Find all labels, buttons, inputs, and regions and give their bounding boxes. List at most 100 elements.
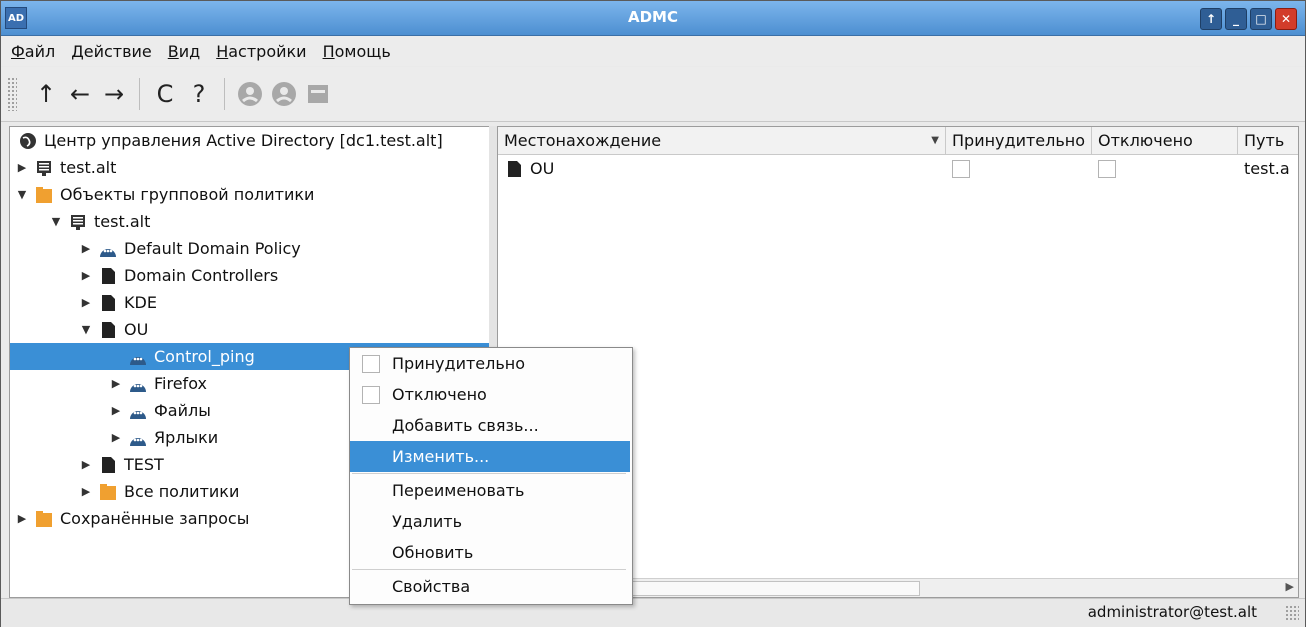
collapse-arrow-icon[interactable]: ▼ (50, 215, 62, 228)
tree-item-kde[interactable]: ▶ KDE (10, 289, 490, 316)
tree-item-label: KDE (124, 293, 157, 312)
expand-arrow-icon[interactable]: ▶ (16, 512, 28, 525)
back-arrow-icon[interactable]: ← (63, 77, 97, 111)
ctx-item-label: Отключено (392, 385, 487, 404)
scroll-right-icon[interactable]: ▶ (1286, 580, 1294, 593)
table-row[interactable]: OU test.a (498, 155, 1298, 182)
tree-item-domain-controllers[interactable]: ▶ Domain Controllers (10, 262, 490, 289)
table-header: Местонахождение ▼ Принудительно Отключен… (498, 127, 1298, 155)
expand-arrow-icon[interactable]: ▶ (16, 161, 28, 174)
tree-item-label: Объекты групповой политики (60, 185, 315, 204)
menu-separator (352, 473, 626, 474)
ctx-item-add-link[interactable]: Добавить связь... (350, 410, 630, 441)
resize-grip-icon[interactable] (1285, 605, 1299, 621)
expand-arrow-icon[interactable]: ▶ (80, 242, 92, 255)
sort-down-icon: ▼ (931, 135, 939, 146)
tree-item-label: Все политики (124, 482, 240, 501)
ctx-item-label: Изменить... (392, 447, 490, 466)
menu-bar: Файл Действие Вид Настройки Помощь (1, 36, 1305, 66)
toolbar-grip-handle[interactable] (7, 77, 17, 111)
cell-path: test.a (1238, 155, 1298, 182)
tree-item-test-alt[interactable]: ▶ test.alt (10, 154, 490, 181)
tree-item-gpo-container[interactable]: ▼ Объекты групповой политики (10, 181, 490, 208)
globe-icon (18, 131, 38, 151)
tree-item-label: Ярлыки (154, 428, 219, 447)
ctx-item-edit[interactable]: Изменить... (350, 441, 630, 472)
toolbar-separator (139, 78, 140, 110)
menu-settings-label: астройки (228, 41, 307, 61)
close-button[interactable]: ✕ (1275, 8, 1297, 30)
ctx-item-label: Обновить (392, 543, 474, 562)
tree-item-gpo-test-alt[interactable]: ▼ test.alt (10, 208, 490, 235)
folder-icon (98, 482, 118, 502)
ctx-item-disabled[interactable]: Отключено (350, 379, 630, 410)
tree-item-default-domain-policy[interactable]: ▶ Default Domain Policy (10, 235, 490, 262)
policy-icon (128, 401, 148, 421)
create-group-icon[interactable] (267, 77, 301, 111)
ou-icon (98, 266, 118, 286)
policy-icon (128, 347, 148, 367)
maximize-button[interactable]: □ (1250, 8, 1272, 30)
menu-action[interactable]: Действие (63, 42, 160, 61)
create-user-icon[interactable] (233, 77, 267, 111)
expand-arrow-icon[interactable]: ▶ (110, 377, 122, 390)
expand-arrow-icon[interactable]: ▶ (80, 458, 92, 471)
menu-settings[interactable]: Настройки (208, 42, 314, 61)
forward-arrow-icon[interactable]: → (97, 77, 131, 111)
disabled-checkbox[interactable] (1098, 159, 1116, 178)
up-arrow-icon[interactable]: ↑ (29, 77, 63, 111)
tree-item-label: test.alt (60, 158, 117, 177)
tree-item-label: test.alt (94, 212, 151, 231)
ctx-item-label: Переименовать (392, 481, 525, 500)
expand-arrow-icon[interactable]: ▶ (80, 485, 92, 498)
ctx-item-refresh[interactable]: Обновить (350, 537, 630, 568)
menu-help-label: омощь (334, 41, 391, 61)
menu-help[interactable]: Помощь (315, 42, 399, 61)
menu-help-mnemonic: П (322, 41, 335, 61)
ctx-item-delete[interactable]: Удалить (350, 506, 630, 537)
ctx-enforced-checkbox[interactable] (362, 354, 380, 373)
ctx-item-rename[interactable]: Переименовать (350, 475, 630, 506)
collapse-arrow-icon[interactable]: ▼ (80, 323, 92, 336)
keep-above-button[interactable]: ↑ (1200, 8, 1222, 30)
refresh-icon[interactable]: C (148, 77, 182, 111)
cell-path-text: test.a (1244, 159, 1290, 178)
tree-item-root[interactable]: Центр управления Active Directory [dc1.t… (10, 127, 490, 154)
column-header-label: Путь (1244, 131, 1285, 150)
column-header-path[interactable]: Путь (1238, 127, 1298, 154)
ou-icon (98, 293, 118, 313)
expand-arrow-icon[interactable]: ▶ (80, 296, 92, 309)
status-bar: administrator@test.alt (1, 598, 1305, 627)
expand-arrow-icon[interactable]: ▶ (110, 431, 122, 444)
title-bar[interactable]: AD ADMC ↑ _ □ ✕ (1, 1, 1305, 36)
policy-icon (98, 239, 118, 259)
main-window: AD ADMC ↑ _ □ ✕ Файл Действие Вид Настро… (0, 0, 1306, 627)
expand-arrow-icon[interactable]: ▶ (110, 404, 122, 417)
column-header-disabled[interactable]: Отключено (1092, 127, 1238, 154)
folder-icon (34, 185, 54, 205)
context-menu: Принудительно Отключено Добавить связь..… (349, 347, 633, 605)
tree-item-label: TEST (124, 455, 164, 474)
tree-item-ou[interactable]: ▼ OU (10, 316, 490, 343)
ctx-item-label: Добавить связь... (392, 416, 539, 435)
window-title: ADMC (628, 8, 678, 26)
enforced-checkbox[interactable] (952, 159, 970, 178)
cell-enforced (946, 155, 1092, 182)
ou-icon (98, 320, 118, 340)
collapse-arrow-icon[interactable]: ▼ (16, 188, 28, 201)
create-ou-icon[interactable] (301, 77, 335, 111)
ctx-item-label: Принудительно (392, 354, 526, 373)
menu-action-mnemonic: Д (71, 41, 84, 61)
column-header-location[interactable]: Местонахождение ▼ (498, 127, 946, 154)
ctx-item-enforced[interactable]: Принудительно (350, 348, 630, 379)
column-header-enforced[interactable]: Принудительно (946, 127, 1092, 154)
expand-arrow-icon[interactable]: ▶ (80, 269, 92, 282)
ctx-disabled-checkbox[interactable] (362, 385, 380, 404)
minimize-button[interactable]: _ (1225, 8, 1247, 30)
tree-item-label: Domain Controllers (124, 266, 279, 285)
menu-file[interactable]: Файл (1, 42, 63, 61)
server-icon (68, 212, 88, 232)
menu-view[interactable]: Вид (160, 42, 208, 61)
ctx-item-properties[interactable]: Свойства (350, 571, 630, 602)
help-icon[interactable]: ? (182, 77, 216, 111)
